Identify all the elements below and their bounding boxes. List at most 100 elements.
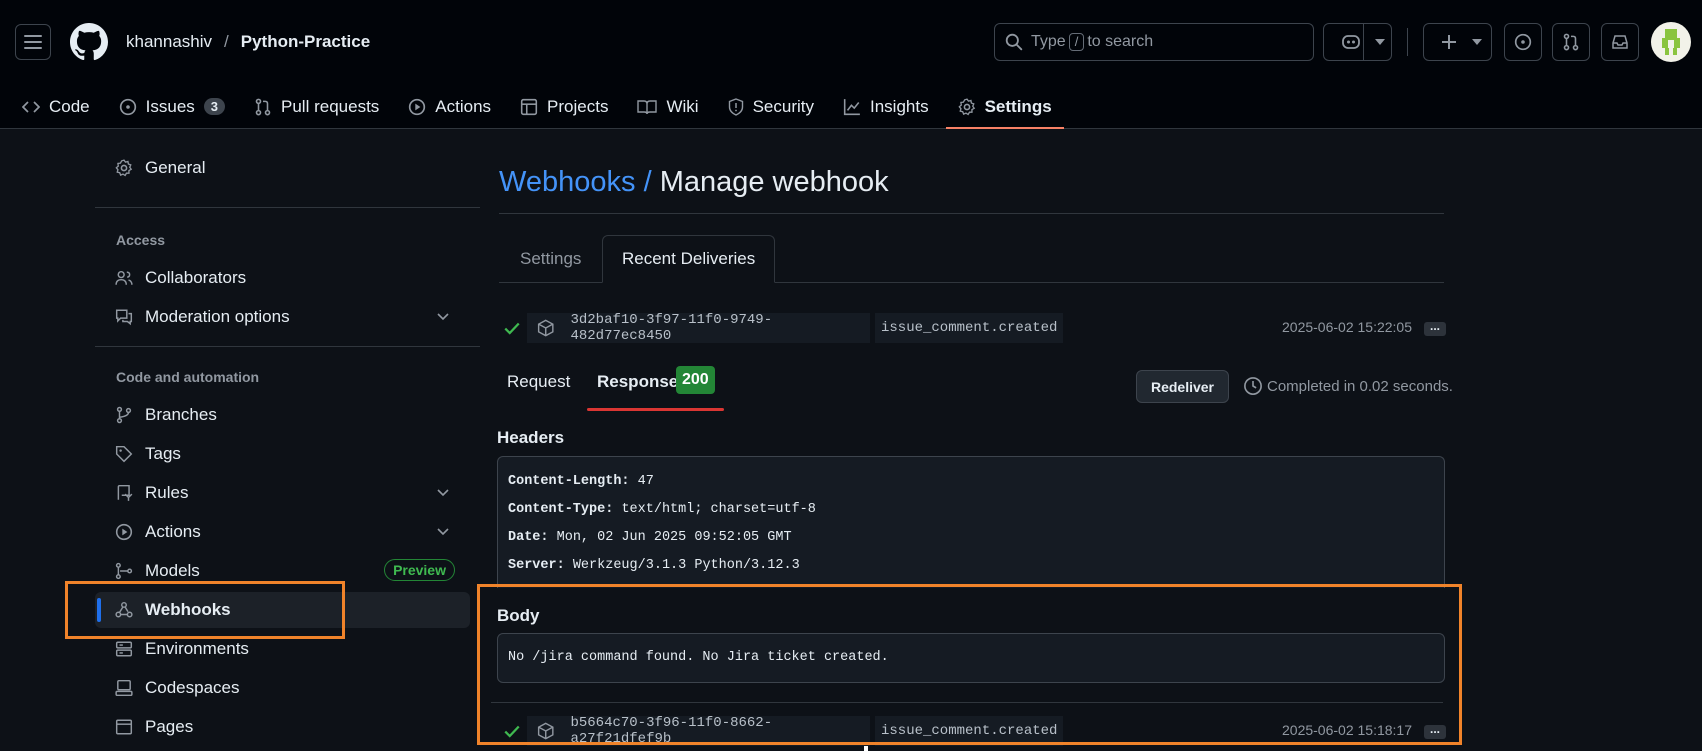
repo-push-icon — [117, 484, 133, 501]
sidebar-item-tags[interactable]: Tags — [95, 436, 470, 472]
tab-actions[interactable]: Actions — [396, 84, 503, 129]
sidebar-item-rules[interactable]: Rules — [95, 475, 470, 511]
sidebar-divider — [95, 207, 480, 208]
models-icon — [115, 562, 133, 580]
delivery-row[interactable]: 3d2baf10-3f97-11f0-9749-482d77ec8450 iss… — [499, 312, 1446, 344]
sidebar-item-codespaces[interactable]: Codespaces — [95, 670, 470, 706]
sidebar-item-actions[interactable]: Actions — [95, 514, 470, 550]
breadcrumb-separator: / — [224, 32, 229, 51]
delivery-timestamp: 2025-06-02 15:22:05 — [1282, 319, 1412, 335]
issues-button[interactable] — [1504, 23, 1542, 61]
gear-icon — [115, 159, 133, 177]
sidebar-item-branches[interactable]: Branches — [95, 397, 470, 433]
sidebar-item-general[interactable]: General — [95, 150, 470, 186]
tag-icon — [115, 445, 133, 463]
play-icon — [409, 98, 426, 115]
play-icon — [115, 523, 133, 541]
chevron-down-icon — [437, 528, 449, 536]
tab-projects[interactable]: Projects — [508, 84, 620, 129]
people-icon — [115, 270, 133, 285]
tab-response[interactable]: Response — [597, 372, 678, 392]
server-icon — [115, 641, 133, 657]
header-line: Server: Werkzeug/3.1.3 Python/3.12.3 — [508, 558, 800, 573]
page-title: Webhooks / Manage webhook — [499, 166, 889, 199]
code-icon — [22, 100, 40, 113]
header-line: Content-Type: text/html; charset=utf-8 — [508, 502, 816, 517]
copilot-button[interactable] — [1323, 23, 1392, 61]
menu-button[interactable] — [15, 24, 51, 60]
github-logo-icon[interactable] — [70, 23, 108, 66]
user-avatar[interactable] — [1651, 22, 1691, 62]
headers-box: Content-Length: 47 Content-Type: text/ht… — [497, 456, 1445, 588]
codespaces-icon — [115, 679, 133, 697]
headers-heading: Headers — [497, 428, 565, 447]
tab-security[interactable]: Security — [716, 84, 826, 129]
repo-link[interactable]: Python-Practice — [241, 32, 370, 52]
chevron-down-icon — [437, 489, 449, 497]
tab-request[interactable]: Request — [507, 372, 570, 392]
hamburger-icon — [24, 35, 42, 49]
sidebar-item-moderation[interactable]: Moderation options — [95, 299, 470, 335]
owner-link[interactable]: khannashiv — [126, 32, 212, 52]
sidebar-item-pages[interactable]: Pages — [95, 709, 470, 745]
status-code-badge: 200 — [676, 366, 715, 394]
delivery-guid: 3d2baf10-3f97-11f0-9749-482d77ec8450 — [527, 312, 870, 344]
git-branch-icon — [116, 406, 132, 424]
pull-request-icon — [255, 98, 271, 115]
tab-insights[interactable]: Insights — [831, 84, 941, 129]
sidebar-heading-access: Access — [116, 232, 166, 248]
create-new-button[interactable] — [1423, 23, 1492, 61]
repo-breadcrumb: khannashiv / Python-Practice — [126, 32, 370, 52]
tab-pull-requests[interactable]: Pull requests — [242, 84, 391, 129]
inbox-icon — [1612, 35, 1628, 49]
tab-issues[interactable]: Issues 3 — [107, 84, 237, 129]
header-line: Content-Length: 47 — [508, 474, 654, 489]
repo-navigation: Code Issues 3 Pull requests Actions Proj… — [0, 84, 1069, 129]
pull-requests-button[interactable] — [1552, 23, 1590, 61]
webhooks-breadcrumb-link[interactable]: Webhooks — [499, 166, 636, 198]
sidebar-heading-code-automation: Code and automation — [116, 369, 260, 385]
header-line: Date: Mon, 02 Jun 2025 09:52:05 GMT — [508, 530, 792, 545]
manage-webhook-title: Manage webhook — [659, 166, 889, 198]
slash-key-hint: / — [1068, 33, 1085, 51]
table-icon — [520, 98, 538, 115]
browser-icon — [115, 719, 133, 735]
issue-opened-icon — [1514, 33, 1532, 51]
highlight-box-body — [477, 584, 1462, 745]
breadcrumb-separator: / — [643, 166, 652, 198]
shield-icon — [728, 97, 743, 116]
book-icon — [637, 99, 658, 114]
redeliver-button[interactable]: Redeliver — [1136, 370, 1229, 403]
global-header: khannashiv / Python-Practice Type / to sea… — [0, 0, 1702, 129]
plus-icon — [1441, 35, 1456, 49]
title-divider — [499, 213, 1444, 214]
copilot-icon — [1341, 35, 1360, 49]
tab-settings[interactable]: Settings — [945, 84, 1064, 129]
tab-wiki[interactable]: Wiki — [625, 84, 710, 129]
tab-webhook-settings[interactable]: Settings — [501, 235, 600, 283]
avatar-image-icon — [1662, 29, 1680, 55]
issues-count-badge: 3 — [203, 98, 226, 115]
inbox-button[interactable] — [1601, 23, 1639, 61]
tab-recent-deliveries[interactable]: Recent Deliveries — [602, 235, 776, 283]
sidebar-item-collaborators[interactable]: Collaborators — [95, 260, 470, 296]
package-icon — [537, 319, 554, 337]
chevron-down-icon — [1472, 39, 1482, 45]
active-tab-underline — [587, 408, 724, 411]
issue-icon — [119, 98, 136, 115]
delivery-event: issue_comment.created — [875, 313, 1064, 343]
clock-icon — [1244, 377, 1262, 395]
completion-status: Completed in 0.02 seconds. — [1243, 376, 1453, 396]
more-options-button[interactable]: ... — [1424, 320, 1446, 336]
highlight-box-webhooks — [65, 581, 345, 639]
header-divider — [1407, 28, 1408, 56]
mouse-cursor — [864, 746, 868, 751]
tab-code[interactable]: Code — [0, 84, 102, 129]
comment-discussion-icon — [115, 309, 133, 326]
preview-badge: Preview — [384, 559, 455, 581]
search-input[interactable]: Type / to search — [994, 23, 1314, 61]
chevron-down-icon — [437, 313, 449, 321]
gear-icon — [958, 97, 975, 115]
check-icon — [504, 322, 520, 335]
sidebar-divider — [95, 346, 480, 347]
